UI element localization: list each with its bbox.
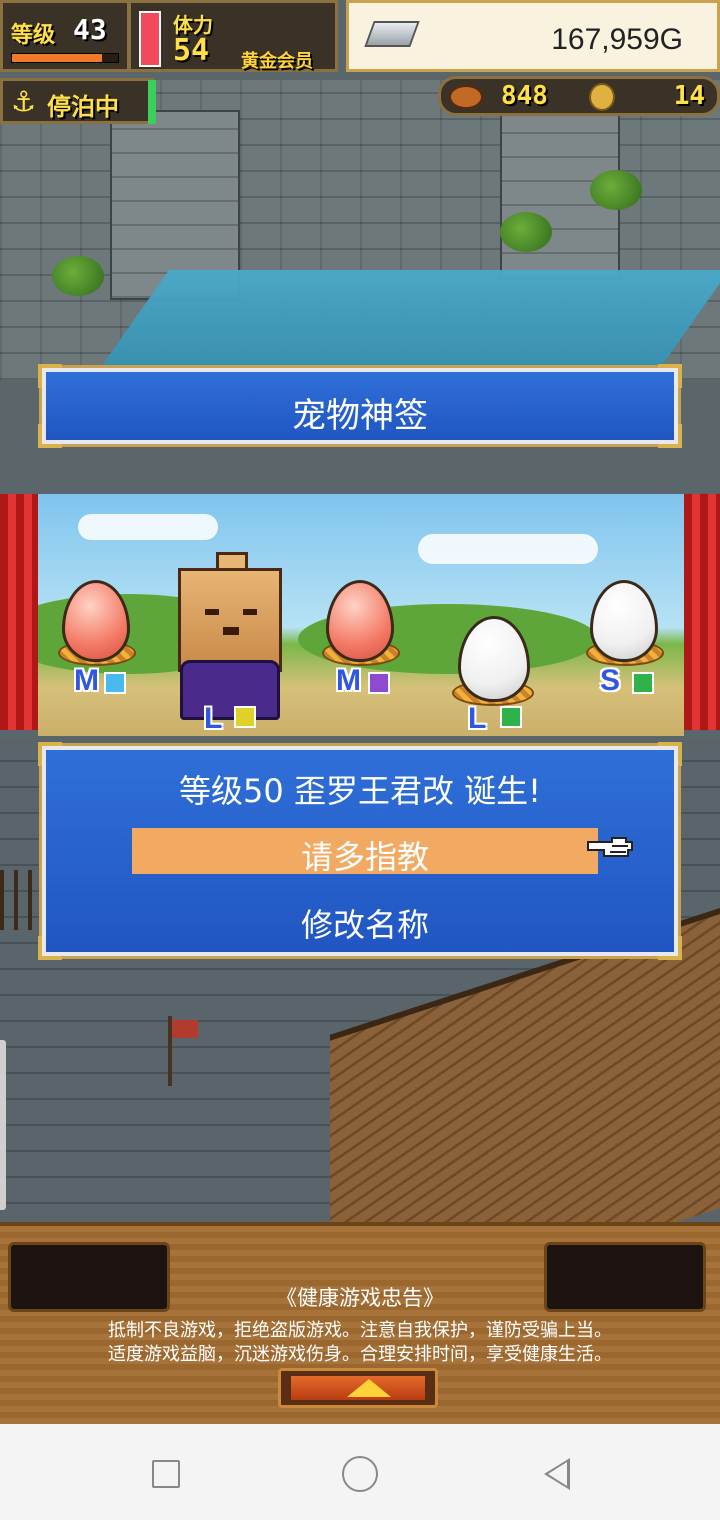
meat-icon bbox=[449, 85, 483, 109]
medal-icon bbox=[589, 83, 615, 111]
frame-corner bbox=[658, 364, 682, 388]
dark-element-icon bbox=[368, 672, 390, 694]
greet-button[interactable]: 请多指教 bbox=[132, 828, 598, 876]
pet-character[interactable] bbox=[178, 568, 282, 672]
anchor-icon: ⚓ bbox=[11, 85, 37, 118]
level-label: 等级 bbox=[11, 23, 56, 48]
bush bbox=[590, 170, 642, 210]
cloud bbox=[418, 534, 598, 564]
rename-label: 修改名称 bbox=[300, 906, 429, 944]
frame-corner bbox=[38, 364, 62, 388]
status-label: 停泊中 bbox=[47, 93, 119, 121]
medal-value: 14 bbox=[673, 81, 705, 111]
hand-pointer-icon bbox=[587, 837, 633, 857]
resource-panel[interactable]: 848 14 bbox=[438, 76, 720, 116]
bush bbox=[500, 212, 552, 252]
pet-eye bbox=[205, 609, 219, 615]
recent-apps-icon[interactable] bbox=[146, 1454, 186, 1494]
egg-size-label: M bbox=[336, 664, 361, 697]
food-value: 848 bbox=[501, 81, 548, 111]
pet-face bbox=[201, 601, 261, 641]
frame-corner bbox=[38, 936, 62, 960]
frame-corner bbox=[38, 742, 62, 766]
title-panel: 宠物神签 bbox=[38, 364, 682, 448]
grass-element-icon bbox=[500, 706, 522, 728]
egg-size-label: L bbox=[468, 702, 487, 735]
thunder-element-icon bbox=[234, 706, 256, 728]
level-value: 43 bbox=[73, 13, 107, 46]
silver-bar-icon bbox=[364, 21, 420, 47]
gold-value: 167,959G bbox=[551, 23, 683, 56]
egg-size-label: M bbox=[74, 664, 99, 697]
notice-title: 《健康游戏忠告》 bbox=[276, 1286, 444, 1310]
stamina-bar bbox=[139, 11, 161, 67]
back-icon[interactable] bbox=[538, 1454, 578, 1494]
flag bbox=[168, 1016, 198, 1086]
stamina-value: 54 bbox=[173, 33, 210, 68]
expand-menu-button[interactable] bbox=[278, 1368, 438, 1408]
home-icon[interactable] bbox=[340, 1454, 380, 1494]
pet-robe bbox=[180, 660, 280, 720]
level-panel[interactable]: 等级 43 bbox=[0, 0, 130, 72]
cloud bbox=[78, 514, 218, 540]
status-indicator bbox=[148, 80, 156, 124]
exp-bar bbox=[11, 53, 119, 63]
member-label: 黄金会员 bbox=[241, 51, 313, 72]
birth-message: 等级50 歪罗王君改 诞生! bbox=[179, 772, 541, 810]
frame-corner bbox=[658, 936, 682, 960]
pet-eye bbox=[243, 609, 257, 615]
gold-panel[interactable]: 167,959G bbox=[346, 0, 720, 72]
stamina-panel[interactable]: 体力 54 黄金会员 bbox=[128, 0, 338, 72]
pet-mouth bbox=[223, 627, 239, 635]
notice-line: 适度游戏益脑，沉迷游戏伤身。合理安排时间，享受健康生活。 bbox=[108, 1344, 612, 1365]
greet-label: 请多指教 bbox=[300, 838, 429, 876]
water-element-icon bbox=[104, 672, 126, 694]
birth-dialog: 等级50 歪罗王君改 诞生! 请多指教 修改名称 bbox=[38, 742, 682, 960]
frame-corner bbox=[658, 742, 682, 766]
system-nav-bar bbox=[0, 1424, 720, 1520]
bush bbox=[52, 256, 104, 296]
grass-element-icon bbox=[632, 672, 654, 694]
pet-size-label: L bbox=[204, 702, 223, 735]
egg-size-label: S bbox=[600, 664, 621, 697]
arrow-up-icon bbox=[347, 1379, 391, 1397]
panel-title: 宠物神签 bbox=[292, 396, 428, 436]
side-handle[interactable] bbox=[0, 1040, 6, 1210]
curtain-right bbox=[684, 494, 720, 730]
curtain-left bbox=[0, 494, 38, 730]
docked-status-button[interactable]: ⚓ 停泊中 bbox=[0, 78, 154, 124]
hud-bar: 等级 43 体力 54 黄金会员 167,959G bbox=[0, 0, 720, 76]
notice-line: 抵制不良游戏，拒绝盗版游戏。注意自我保护，谨防受骗上当。 bbox=[108, 1320, 612, 1341]
expand-button-face bbox=[291, 1376, 425, 1400]
exp-bar-fill bbox=[12, 54, 103, 62]
rename-button[interactable]: 修改名称 bbox=[132, 896, 598, 944]
